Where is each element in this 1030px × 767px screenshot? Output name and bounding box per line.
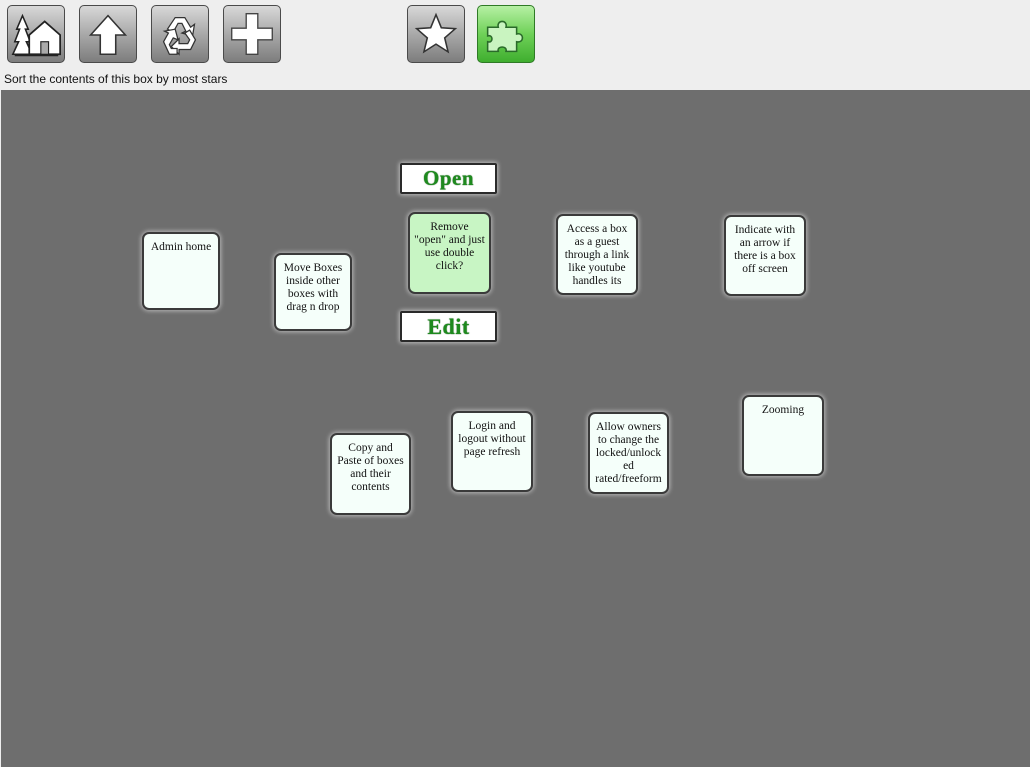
arrow-up-icon: [88, 14, 128, 56]
edit-button[interactable]: Edit: [400, 311, 497, 342]
card-move-boxes[interactable]: Move Boxes inside other boxes with drag …: [274, 253, 352, 331]
home-tree-icon: [11, 13, 62, 57]
recycle-button[interactable]: [151, 5, 209, 63]
card-login-logout[interactable]: Login and logout without page refresh: [451, 411, 533, 492]
toolbar: Sort the contents of this box by most st…: [0, 0, 1030, 90]
sort-by-stars-button[interactable]: [407, 5, 465, 63]
card-guest-access[interactable]: Access a box as a guest through a link l…: [556, 214, 638, 295]
puzzle-icon: [486, 20, 524, 53]
card-remove-open[interactable]: Remove "open" and just use double click?: [408, 212, 491, 294]
card-offscreen-arrow[interactable]: Indicate with an arrow if there is a box…: [724, 215, 806, 296]
sort-hint-text: Sort the contents of this box by most st…: [4, 72, 228, 86]
star-icon: [414, 12, 458, 54]
card-copy-paste[interactable]: Copy and Paste of boxes and their conten…: [330, 433, 411, 515]
open-button[interactable]: Open: [400, 163, 497, 194]
box-canvas[interactable]: Open Edit Admin home Move Boxes inside o…: [1, 90, 1030, 767]
add-button[interactable]: [223, 5, 281, 63]
home-button[interactable]: [7, 5, 65, 63]
recycle-icon: [162, 16, 197, 56]
card-owner-lock[interactable]: Allow owners to change the locked/unlock…: [588, 412, 669, 494]
plus-icon: [231, 13, 273, 55]
up-button[interactable]: [79, 5, 137, 63]
card-admin-home[interactable]: Admin home: [142, 232, 220, 310]
card-zooming[interactable]: Zooming: [742, 395, 824, 476]
freeform-button[interactable]: [477, 5, 535, 63]
